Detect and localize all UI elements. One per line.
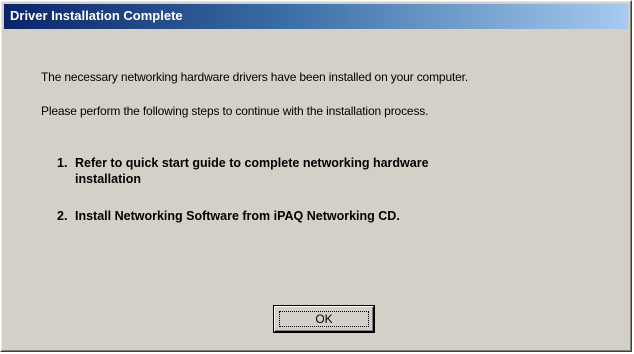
message-line-2: Please perform the following steps to co… (41, 104, 429, 118)
title-bar[interactable]: Driver Installation Complete (4, 4, 628, 29)
ok-button-label: OK (315, 312, 333, 326)
step-1-text: Refer to quick start guide to complete n… (75, 156, 429, 170)
step-2-number: 2. (57, 209, 68, 223)
message-line-1: The necessary networking hardware driver… (41, 70, 469, 84)
ok-button[interactable]: OK (273, 305, 375, 333)
dialog-title: Driver Installation Complete (10, 8, 183, 23)
driver-install-dialog: Driver Installation Complete The necessa… (0, 0, 632, 352)
step-1-text-continued: installation (75, 172, 141, 186)
step-2-text: Install Networking Software from iPAQ Ne… (75, 209, 400, 223)
step-1-number: 1. (57, 156, 68, 170)
